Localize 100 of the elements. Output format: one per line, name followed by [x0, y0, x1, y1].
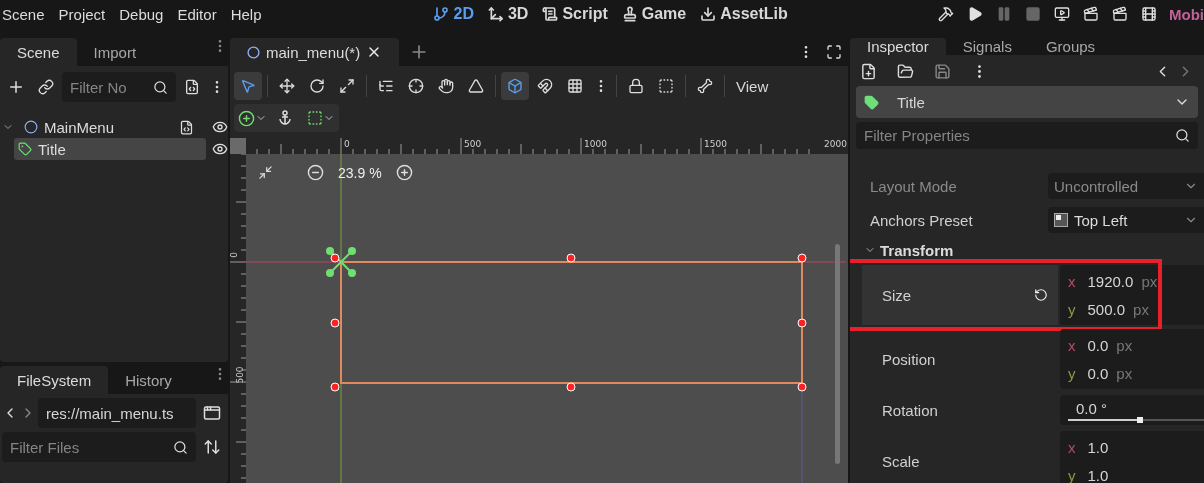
- section-title: Transform: [880, 241, 954, 259]
- triangle-icon[interactable]: [468, 78, 484, 94]
- film-icon[interactable]: [1141, 6, 1157, 22]
- property-label: Scale: [882, 452, 920, 470]
- hand-icon[interactable]: [438, 78, 454, 94]
- dock-tab[interactable]: Import: [76, 38, 154, 66]
- script-icon[interactable]: [179, 119, 194, 135]
- rotate-icon[interactable]: [309, 78, 325, 94]
- slider-track[interactable]: [1068, 418, 1204, 421]
- view-menu[interactable]: View: [730, 77, 775, 95]
- dashed-square-icon[interactable]: [658, 78, 674, 94]
- resize-handle[interactable]: [566, 382, 576, 392]
- zoom-level[interactable]: 23.9 %: [338, 164, 382, 181]
- link-icon[interactable]: [38, 79, 54, 95]
- grid-icon[interactable]: [567, 78, 583, 94]
- dock-tab[interactable]: History: [108, 366, 189, 394]
- add-circle-icon[interactable]: [238, 109, 255, 127]
- anchor-preset-icon: [1054, 213, 1068, 227]
- clapperboard-icon[interactable]: [1083, 6, 1099, 22]
- workspace-tab[interactable]: 3D: [487, 5, 529, 23]
- resize-handle[interactable]: [566, 253, 576, 263]
- new-resource-icon[interactable]: [860, 63, 877, 80]
- filter-field[interactable]: Filter Properties: [856, 122, 1198, 149]
- dock-tab[interactable]: FileSystem: [0, 366, 109, 394]
- axis-label: y: [1068, 466, 1076, 483]
- clapperboard-icon[interactable]: [1112, 6, 1128, 22]
- value-field[interactable]: 1.0: [1087, 438, 1109, 456]
- path-field[interactable]: res://main_menu.ts: [38, 398, 196, 428]
- axis-label: y: [1068, 300, 1076, 318]
- monitor-icon[interactable]: [1054, 6, 1070, 22]
- dashed-square-icon[interactable]: [307, 110, 323, 126]
- zoom-out-icon[interactable]: [307, 164, 324, 181]
- value-field[interactable]: 0.0: [1087, 336, 1109, 354]
- menu-item[interactable]: Help: [230, 5, 270, 23]
- lock-icon[interactable]: [628, 78, 644, 94]
- property-dropdown[interactable]: Top Left: [1048, 207, 1204, 233]
- circle-icon: [247, 45, 260, 59]
- menu-item[interactable]: Scene: [2, 5, 53, 23]
- section-header[interactable]: Transform: [850, 239, 1204, 261]
- center-view-icon[interactable]: [258, 165, 273, 180]
- fullscreen-icon[interactable]: [826, 44, 842, 60]
- value-field[interactable]: 1.0: [1087, 466, 1109, 483]
- eye-icon[interactable]: [212, 119, 228, 135]
- unit-label: px: [1133, 300, 1149, 318]
- resize-handle[interactable]: [797, 318, 807, 328]
- menu-item[interactable]: Debug: [119, 5, 172, 23]
- filter-field[interactable]: Filter Files: [2, 432, 196, 462]
- property-label: Layout Mode: [870, 177, 957, 195]
- filter-field[interactable]: Filter No: [62, 72, 176, 102]
- magnet-icon[interactable]: [537, 78, 553, 94]
- resize-handle[interactable]: [797, 382, 807, 392]
- anchor-icon[interactable]: [277, 110, 293, 126]
- script-add-icon[interactable]: [184, 79, 200, 95]
- resize-handle[interactable]: [330, 382, 340, 392]
- sort-icon[interactable]: [203, 438, 221, 456]
- resize-handle[interactable]: [330, 318, 340, 328]
- crosshair-icon[interactable]: [408, 78, 424, 94]
- workspace-tab[interactable]: 2D: [433, 5, 474, 23]
- value-field[interactable]: 1920.0: [1087, 272, 1134, 290]
- dock-tab[interactable]: Inspector: [850, 38, 946, 55]
- resize-handle[interactable]: [330, 253, 340, 263]
- property-label: Position: [882, 350, 936, 368]
- search-icon: [153, 79, 168, 95]
- value-field[interactable]: 500.0: [1087, 300, 1126, 318]
- branch-icon: [433, 6, 450, 22]
- resize-handle[interactable]: [797, 253, 807, 263]
- renderer-label[interactable]: Mobi: [1169, 5, 1204, 23]
- move-icon[interactable]: [279, 78, 295, 94]
- workspace-tab[interactable]: Script: [542, 5, 608, 23]
- dock-tab[interactable]: Scene: [0, 38, 77, 66]
- tree-item[interactable]: Title: [14, 138, 206, 160]
- cube-icon[interactable]: [507, 78, 523, 94]
- pointer-icon[interactable]: [240, 78, 256, 94]
- value-field[interactable]: 0.0: [1087, 364, 1109, 382]
- menu-item[interactable]: Project: [58, 5, 114, 23]
- dock-tab[interactable]: Groups: [1028, 38, 1113, 55]
- eye-icon[interactable]: [212, 141, 228, 157]
- dock-tab[interactable]: Signals: [945, 38, 1029, 55]
- scale-icon[interactable]: [339, 78, 355, 94]
- workspace-tab[interactable]: AssetLib: [700, 5, 788, 23]
- slider-thumb[interactable]: [1137, 416, 1144, 423]
- node-selector[interactable]: Title: [856, 86, 1198, 118]
- axis-label: x: [1068, 336, 1076, 354]
- tree-item[interactable]: MainMenu: [20, 116, 206, 138]
- document-tab[interactable]: main_menu(*): [230, 38, 400, 66]
- window-icon[interactable]: [203, 404, 221, 422]
- list-icon[interactable]: [378, 78, 394, 94]
- ruler-label: 500: [464, 139, 482, 149]
- workspace-tab[interactable]: Game: [621, 5, 687, 23]
- menu-item[interactable]: Editor: [177, 5, 225, 23]
- ruler-corner: [230, 138, 246, 154]
- save-icon[interactable]: [934, 63, 951, 80]
- bone-icon[interactable]: [697, 78, 713, 94]
- folder-icon[interactable]: [897, 63, 914, 80]
- play-icon[interactable]: [967, 6, 983, 22]
- zoom-in-icon[interactable]: [395, 164, 413, 181]
- axes-icon: [487, 6, 504, 22]
- add-icon[interactable]: [7, 78, 25, 96]
- hammer-icon[interactable]: [938, 6, 954, 22]
- revert-icon[interactable]: [1034, 288, 1048, 302]
